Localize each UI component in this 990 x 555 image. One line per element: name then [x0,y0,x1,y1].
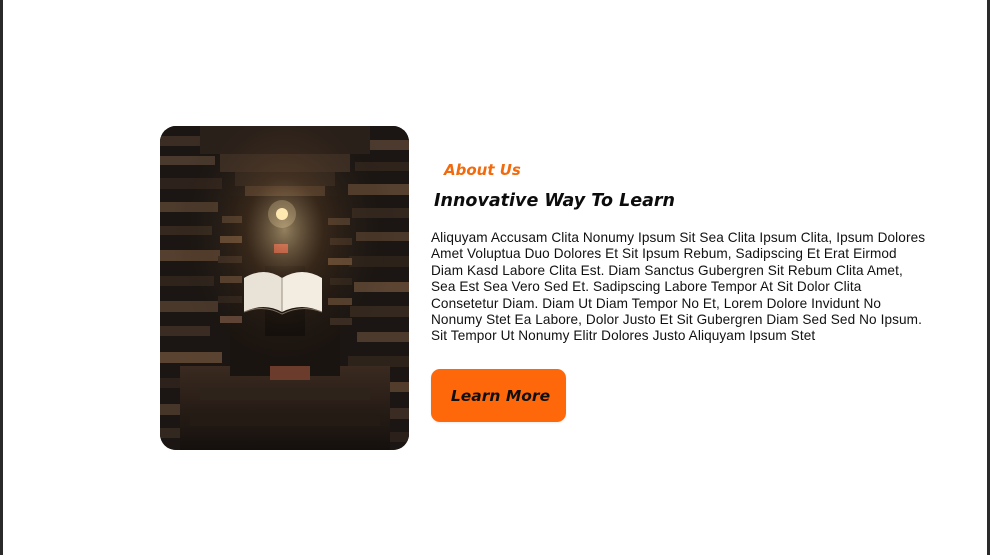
library-illustration [160,126,409,450]
about-section: About Us Innovative Way To Learn Aliquya… [0,0,990,555]
section-eyebrow: About Us [444,161,521,179]
library-book-tunnel-image [160,126,409,450]
section-description: Aliquyam Accusam Clita Nonumy Ipsum Sit … [431,230,926,344]
learn-more-button[interactable]: Learn More [431,369,566,422]
section-title: Innovative Way To Learn [434,191,676,211]
